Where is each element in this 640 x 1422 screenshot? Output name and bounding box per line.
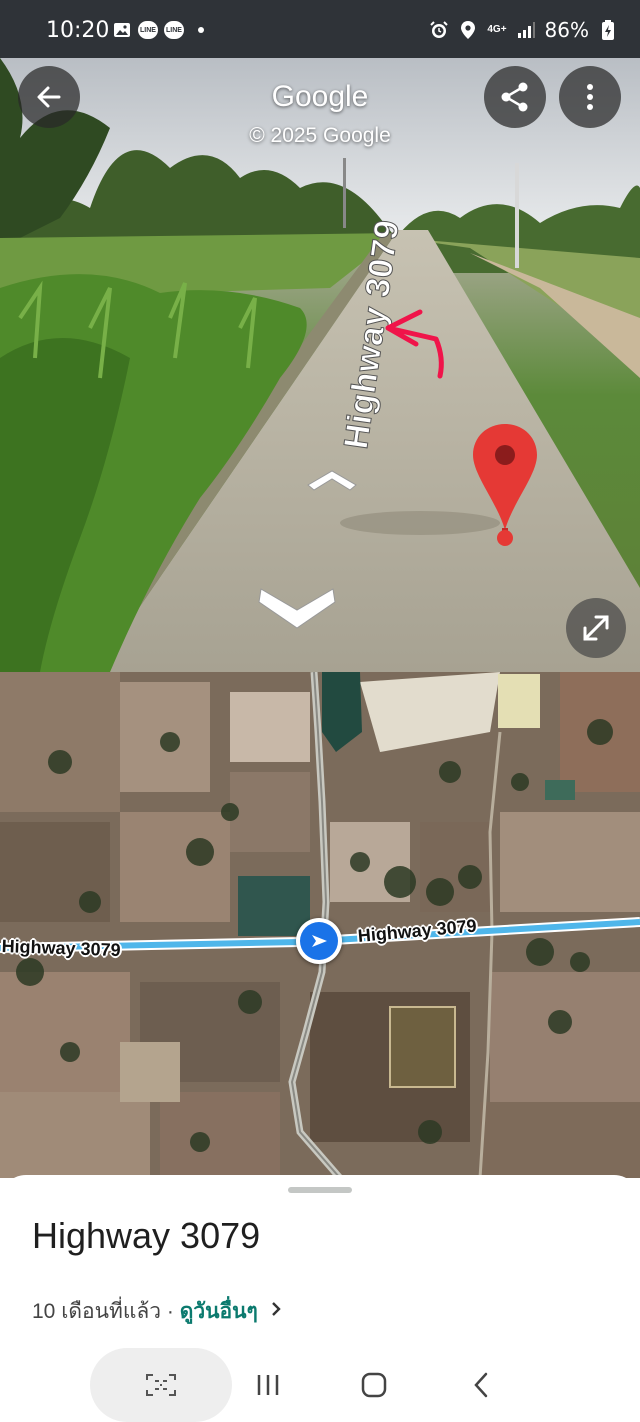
- gallery-icon: [112, 20, 132, 40]
- signal-icon: [516, 20, 536, 40]
- line-app-icon: LINE: [138, 21, 158, 39]
- more-vert-icon: [587, 84, 593, 110]
- imagery-date-row: 10 เดือนที่แล้ว · ดูวันอื่นๆ: [32, 1295, 282, 1328]
- home-icon: [361, 1372, 387, 1398]
- chevron-right-icon[interactable]: [270, 1300, 282, 1324]
- place-title: Highway 3079: [32, 1215, 261, 1256]
- home-button[interactable]: [359, 1370, 389, 1400]
- battery-charging-icon: [598, 20, 618, 40]
- back-nav-button[interactable]: [466, 1370, 496, 1400]
- system-navigation-bar: [0, 1348, 640, 1422]
- street-view-scene: [0, 58, 640, 672]
- recents-button[interactable]: [253, 1370, 283, 1400]
- more-options-button[interactable]: [559, 66, 621, 128]
- line-app-icon: LINE: [164, 21, 184, 39]
- view-direction-icon: [300, 922, 338, 960]
- dot-icon: [198, 27, 204, 33]
- recents-icon: [257, 1375, 279, 1395]
- share-button[interactable]: [484, 66, 546, 128]
- alarm-icon: [429, 20, 449, 40]
- see-other-dates-link[interactable]: ดูวันอื่นๆ: [180, 1295, 258, 1328]
- expand-icon: [583, 615, 609, 641]
- system-icons: 4G+ 86%: [429, 18, 618, 42]
- notification-icons: LINE LINE: [112, 20, 204, 40]
- map-road-label: Highway 3079: [1, 936, 121, 961]
- current-view-marker[interactable]: [296, 918, 342, 964]
- screenshot-button[interactable]: [90, 1348, 232, 1422]
- status-bar: 10:20 LINE LINE 4G+ 86%: [0, 0, 640, 58]
- street-view-panorama[interactable]: Google © 2025 Google Highway 3079: [0, 58, 640, 672]
- screenshot-icon: [146, 1374, 176, 1396]
- network-icon: 4G+: [487, 24, 507, 35]
- battery-level: 86%: [544, 18, 589, 42]
- back-icon: [474, 1372, 488, 1398]
- share-icon: [501, 82, 528, 112]
- drag-handle[interactable]: [288, 1187, 352, 1193]
- imagery-age: 10 เดือนที่แล้ว: [32, 1300, 162, 1323]
- status-time: 10:20: [46, 18, 110, 43]
- expand-button[interactable]: [566, 598, 626, 658]
- copyright-text: © 2025 Google: [249, 124, 391, 147]
- location-icon: [458, 20, 478, 40]
- separator-dot: ·: [161, 1299, 180, 1323]
- satellite-map[interactable]: Highway 3079 Highway 3079: [0, 672, 640, 1178]
